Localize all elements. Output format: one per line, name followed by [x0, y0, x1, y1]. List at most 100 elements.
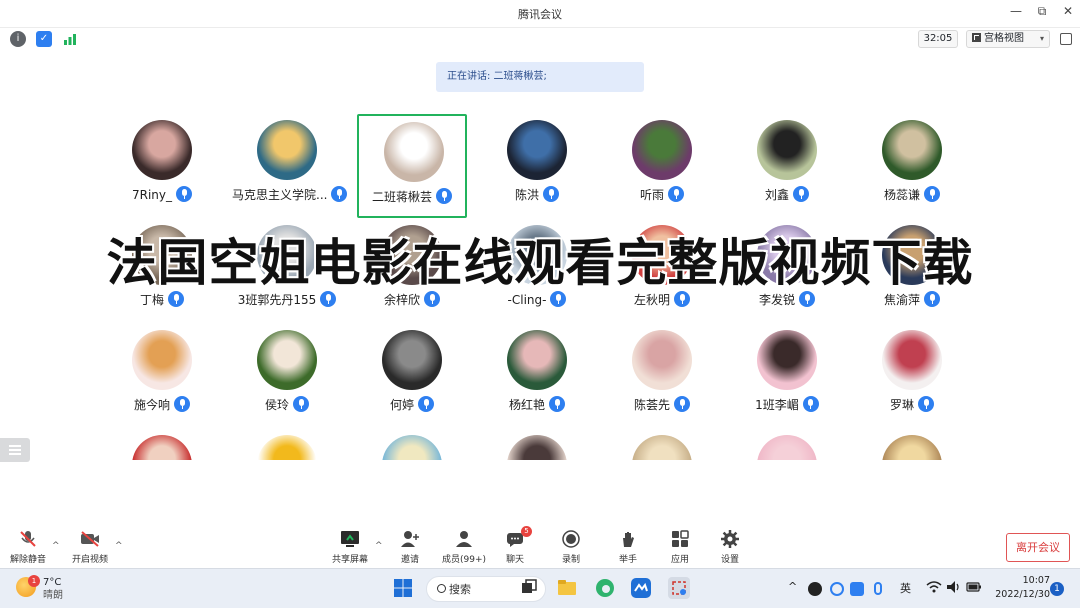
invite-label: 邀请 [400, 555, 419, 565]
tray-overflow-caret[interactable]: ^ [788, 580, 797, 593]
participant-tile[interactable]: 听雨 [607, 114, 717, 218]
taskbar: 1 7°C 晴朗 搜索 ^ 英 10:07 2022/12/30 1 [0, 568, 1080, 608]
windows-start-icon[interactable] [392, 577, 414, 599]
shield-icon[interactable]: ✓ [36, 31, 52, 47]
settings-button[interactable]: 设置 [702, 530, 758, 565]
minimize-button[interactable]: — [1006, 4, 1026, 18]
avatar [257, 120, 317, 180]
participant-tile[interactable]: 杨蕊谦 [857, 114, 967, 218]
control-bar: 解除静音 ^ 开启视频 ^ 共享屏幕 ^ 邀请 成员(99+) 5 聊天 录制 … [0, 525, 1080, 568]
mic-icon [674, 396, 690, 412]
chat-button[interactable]: 5 聊天 [487, 526, 543, 565]
participant-tile[interactable]: 马克思主义学院... [232, 114, 348, 218]
share-screen-label: 共享屏幕 [331, 555, 368, 565]
participant-name: 听雨 [607, 186, 717, 203]
participant-tile[interactable]: 1班李嵋 [732, 324, 842, 428]
participant-tile[interactable] [607, 429, 717, 460]
grid-view-icon [972, 33, 981, 42]
info-icon[interactable]: i [10, 31, 26, 47]
participant-tile[interactable]: 7Riny_ [107, 114, 217, 218]
record-button[interactable]: 录制 [543, 530, 599, 565]
participant-name-text: 左秋明 [633, 293, 670, 307]
participant-tile[interactable] [357, 429, 467, 460]
participant-tile[interactable] [482, 429, 592, 460]
signal-icon[interactable] [62, 31, 78, 47]
participant-name: 陈荟先 [607, 396, 717, 413]
wifi-icon[interactable] [926, 580, 942, 597]
avatar [882, 435, 942, 460]
participant-tile[interactable] [857, 429, 967, 460]
avatar [132, 120, 192, 180]
participant-name: 罗琳 [857, 396, 967, 413]
fullscreen-icon[interactable] [1060, 33, 1072, 45]
raise-hand-button[interactable]: 举手 [600, 530, 656, 565]
security-tray-icon[interactable] [850, 582, 864, 596]
apps-button[interactable]: 应用 [652, 530, 708, 565]
participant-tile[interactable]: 侯玲 [232, 324, 342, 428]
participant-name-text: 余梓欣 [383, 293, 420, 307]
participant-tile[interactable]: 何婷 [357, 324, 467, 428]
invite-button[interactable]: 邀请 [382, 530, 438, 565]
members-button[interactable]: 成员(99+) [436, 530, 492, 565]
video-options-caret[interactable]: ^ [115, 541, 123, 551]
mic-icon [418, 396, 434, 412]
mic-icon [668, 186, 684, 202]
participant-tile[interactable]: 二班蒋楸芸 [357, 114, 467, 218]
speaker-icon[interactable] [946, 580, 960, 597]
avatar [757, 330, 817, 390]
mic-icon [176, 186, 192, 202]
speaking-banner: 正在讲话: 二班蒋楸芸; [436, 62, 644, 92]
task-view-icon[interactable] [518, 577, 540, 599]
file-explorer-icon[interactable] [556, 577, 578, 599]
side-panel-handle[interactable] [0, 438, 30, 462]
snipping-tool-icon[interactable] [668, 577, 690, 599]
chevron-down-icon: ▾ [1039, 34, 1044, 43]
participant-tile[interactable]: 施今响 [107, 324, 217, 428]
participant-name-text: 侯玲 [264, 398, 289, 412]
avatar [757, 435, 817, 460]
avatar [132, 435, 192, 460]
gear-icon [720, 530, 740, 548]
participant-tile[interactable]: 杨红艳 [482, 324, 592, 428]
edge-browser-icon[interactable] [594, 577, 616, 599]
microphone-tray-icon[interactable] [874, 582, 882, 595]
participant-name: 7Riny_ [107, 186, 217, 202]
mic-icon [174, 396, 190, 412]
tencent-meeting-taskbar-icon[interactable] [630, 577, 652, 599]
avatar [382, 330, 442, 390]
mic-icon [793, 186, 809, 202]
chat-label: 聊天 [505, 555, 524, 565]
participant-name: 陈洪 [482, 186, 592, 203]
close-button[interactable]: ✕ [1058, 4, 1078, 18]
start-video-button[interactable]: 开启视频 [62, 530, 118, 565]
leave-meeting-button[interactable]: 离开会议 [1006, 533, 1070, 562]
participant-name-text: 陈荟先 [633, 398, 670, 412]
hand-icon [618, 530, 638, 548]
avatar [132, 330, 192, 390]
restore-button[interactable]: ⧉ [1032, 4, 1052, 19]
qq-tray-icon[interactable] [808, 582, 822, 596]
participant-tile[interactable]: 刘鑫 [732, 114, 842, 218]
ime-indicator[interactable]: 英 [900, 580, 911, 596]
participant-tile[interactable]: 陈荟先 [607, 324, 717, 428]
participant-name: 侯玲 [232, 396, 342, 413]
audio-options-caret[interactable]: ^ [52, 541, 60, 551]
participant-tile[interactable]: 罗琳 [857, 324, 967, 428]
battery-icon[interactable] [966, 580, 982, 597]
meeting-toolbar: i ✓ 32:05 宫格视图 ▾ [0, 27, 1080, 50]
participant-tile[interactable] [232, 429, 342, 460]
participant-tile[interactable] [107, 429, 217, 460]
unmute-button[interactable]: 解除静音 [0, 530, 56, 565]
sync-tray-icon[interactable] [830, 582, 844, 596]
apps-label: 应用 [670, 555, 689, 565]
share-screen-button[interactable]: 共享屏幕 [322, 530, 378, 565]
notification-badge[interactable]: 1 [1050, 582, 1064, 596]
participant-name-text: 听雨 [639, 188, 664, 202]
mic-icon [549, 396, 565, 412]
participant-name-text: 杨蕊谦 [883, 188, 920, 202]
system-clock[interactable]: 10:07 2022/12/30 [990, 574, 1050, 602]
view-mode-select[interactable]: 宫格视图 ▾ [966, 30, 1050, 48]
participant-tile[interactable]: 陈洪 [482, 114, 592, 218]
participant-tile[interactable] [732, 429, 842, 460]
weather-widget[interactable]: 7°C 晴朗 [43, 576, 63, 602]
